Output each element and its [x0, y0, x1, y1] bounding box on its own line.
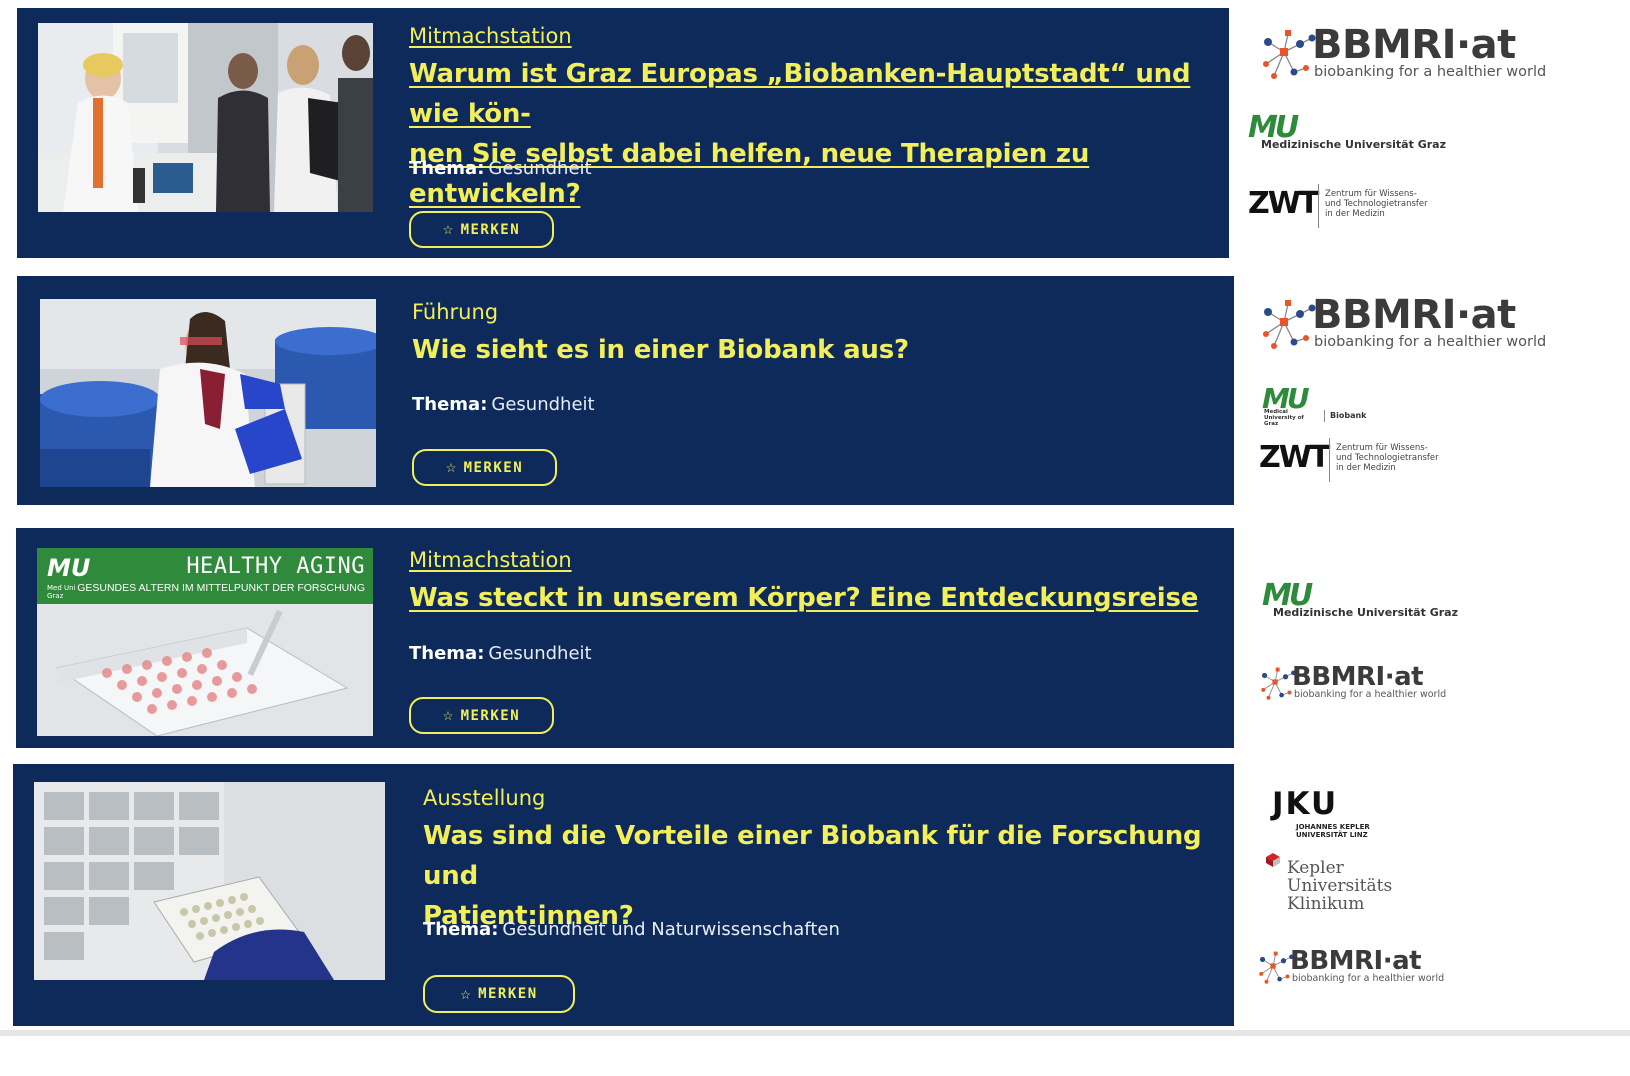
- event-image[interactable]: [40, 299, 376, 487]
- biobank-freezer-photo-icon: [40, 299, 376, 487]
- kuk-name: Kepler Universitäts Klinikum: [1287, 858, 1393, 914]
- theme-value: Gesundheit: [488, 158, 592, 179]
- zwt-divider: [1318, 184, 1319, 228]
- zwt-subtitle: Zentrum für Wissens- und Technologietran…: [1325, 189, 1428, 219]
- event-title-link[interactable]: Was steckt in unserem Körper? Eine Entde…: [409, 578, 1209, 618]
- jku-logo[interactable]: JKU JOHANNES KEPLER UNIVERSITÄT LINZ: [1272, 786, 1392, 840]
- theme-value: Gesundheit: [491, 394, 595, 415]
- event-card: Mitmachstation Warum ist Graz Europas „B…: [17, 8, 1229, 258]
- bbmri-name: BBMRI·at: [1312, 292, 1516, 338]
- bbmri-network-icon: [1263, 300, 1316, 349]
- mug-logo-mark: MU: [47, 554, 91, 582]
- event-image[interactable]: [38, 23, 373, 212]
- kuk-cube-icon: [1266, 853, 1280, 867]
- lab-visitors-photo-icon: [38, 23, 373, 212]
- bbmri-tagline: biobanking for a healthier world: [1294, 689, 1447, 700]
- event-title[interactable]: Wie sieht es in einer Biobank aus?: [412, 330, 1212, 370]
- event-theme: Thema: Gesundheit und Naturwissenschaften: [423, 919, 840, 940]
- mug-biobank-divider: [1324, 410, 1325, 422]
- page: Mitmachstation Warum ist Graz Europas „B…: [0, 0, 1630, 1076]
- theme-value: Gesundheit: [488, 643, 592, 664]
- event-category-link[interactable]: Mitmachstation: [409, 24, 572, 48]
- theme-label: Thema:: [412, 394, 488, 415]
- zwt-logo[interactable]: ZWT Zentrum für Wissens- und Technologie…: [1248, 184, 1448, 228]
- theme-label: Thema:: [409, 643, 485, 664]
- merken-label: MERKEN: [478, 986, 538, 1002]
- merken-button[interactable]: ☆ MERKEN: [409, 697, 554, 734]
- star-icon: ☆: [442, 219, 455, 239]
- mug-logo[interactable]: MU Medizinische Universität Graz: [1262, 578, 1462, 622]
- bbmri-logo[interactable]: BBMRI·at biobanking for a healthier worl…: [1256, 946, 1456, 990]
- theme-label: Thema:: [409, 158, 485, 179]
- bbmri-tagline: biobanking for a healthier world: [1314, 334, 1547, 350]
- event-image[interactable]: [34, 782, 385, 980]
- zwt-mark: ZWT: [1259, 440, 1330, 475]
- merken-label: MERKEN: [460, 221, 521, 238]
- bbmri-name: BBMRI·at: [1312, 22, 1516, 68]
- mug-biobank-label: Biobank: [1330, 411, 1367, 420]
- healthy-aging-banner: MU Med Uni Graz HEALTHY AGING GESUNDES A…: [37, 548, 373, 604]
- bbmri-logo[interactable]: BBMRI·at biobanking for a healthier worl…: [1258, 292, 1558, 356]
- theme-label: Thema:: [423, 919, 499, 940]
- jku-mark: JKU: [1272, 786, 1339, 822]
- zwt-divider: [1329, 438, 1330, 482]
- bbmri-name: BBMRI·at: [1290, 946, 1422, 976]
- bbmri-network-icon: [1261, 667, 1296, 700]
- merken-button[interactable]: ☆ MERKEN: [412, 449, 557, 486]
- event-theme: Thema: Gesundheit: [409, 158, 592, 179]
- star-icon: ☆: [445, 457, 458, 477]
- event-title-link[interactable]: Warum ist Graz Europas „Biobanken-Haupts…: [409, 54, 1209, 214]
- mug-name: Medizinische Universität Graz: [1261, 138, 1446, 151]
- star-icon: ☆: [442, 705, 455, 725]
- bbmri-tagline: biobanking for a healthier world: [1314, 64, 1547, 80]
- event-card: MU Med Uni Graz HEALTHY AGING GESUNDES A…: [16, 528, 1234, 748]
- event-category-link[interactable]: Mitmachstation: [409, 548, 572, 572]
- event-category: Führung: [412, 300, 499, 324]
- zwt-logo[interactable]: ZWT Zentrum für Wissens- und Technologie…: [1259, 438, 1459, 482]
- zwt-subtitle: Zentrum für Wissens- und Technologietran…: [1336, 443, 1439, 473]
- zwt-mark: ZWT: [1248, 186, 1319, 221]
- jku-subtitle: JOHANNES KEPLER UNIVERSITÄT LINZ: [1296, 823, 1370, 839]
- banner-subline: GESUNDES ALTERN IM MITTELPUNKT DER FORSC…: [77, 582, 365, 594]
- mug-name: Medizinische Universität Graz: [1273, 606, 1458, 619]
- event-card: Führung Wie sieht es in einer Biobank au…: [17, 276, 1234, 505]
- event-theme: Thema: Gesundheit: [409, 643, 592, 664]
- event-card: Ausstellung Was sind die Vorteile einer …: [13, 764, 1234, 1026]
- mug-biobank-logo[interactable]: MU Medical University of Graz Biobank: [1262, 382, 1462, 427]
- merken-button[interactable]: ☆ MERKEN: [423, 975, 575, 1013]
- event-title[interactable]: Was sind die Vorteile einer Biobank für …: [423, 816, 1223, 936]
- merken-label: MERKEN: [463, 459, 524, 476]
- kuk-logo[interactable]: Kepler Universitäts Klinikum: [1265, 852, 1405, 918]
- event-theme: Thema: Gesundheit: [412, 394, 595, 415]
- merken-button[interactable]: ☆ MERKEN: [409, 211, 554, 248]
- bbmri-logo[interactable]: BBMRI·at biobanking for a healthier worl…: [1258, 662, 1458, 706]
- bbmri-tagline: biobanking for a healthier world: [1292, 973, 1445, 984]
- bbmri-name: BBMRI·at: [1292, 662, 1424, 692]
- mug-logo[interactable]: MU Medizinische Universität Graz: [1248, 110, 1448, 154]
- event-category: Ausstellung: [423, 786, 546, 810]
- event-image[interactable]: MU Med Uni Graz HEALTHY AGING GESUNDES A…: [37, 548, 373, 736]
- theme-value: Gesundheit und Naturwissenschaften: [502, 919, 840, 940]
- sample-rack-photo-icon: [34, 782, 385, 980]
- bottom-strip: [0, 1030, 1630, 1076]
- merken-label: MERKEN: [460, 707, 521, 724]
- mug-biobank-sub: Medical University of Graz: [1264, 409, 1304, 427]
- star-icon: ☆: [460, 983, 473, 1004]
- bbmri-network-icon: [1263, 30, 1316, 79]
- divider: [0, 1030, 1630, 1036]
- bbmri-network-icon: [1259, 951, 1294, 984]
- banner-headline: HEALTHY AGING: [186, 554, 365, 579]
- bbmri-logo[interactable]: BBMRI·at biobanking for a healthier worl…: [1258, 22, 1558, 86]
